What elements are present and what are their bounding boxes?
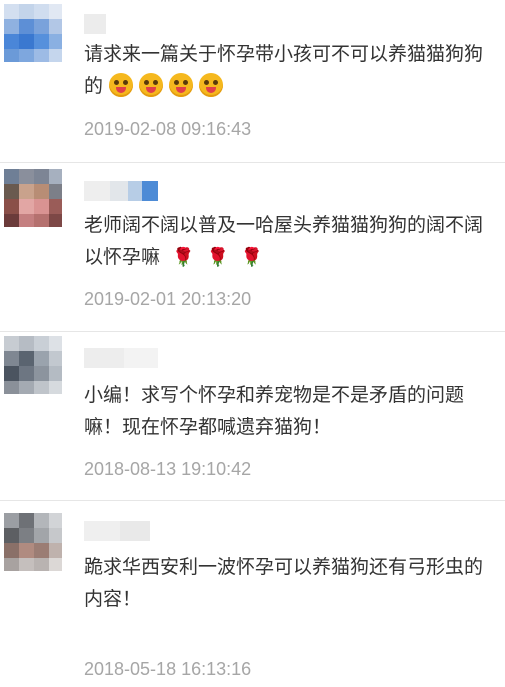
comment-timestamp: 2019-02-01 20:13:20	[84, 289, 252, 309]
rose-icon: 🌹	[172, 247, 195, 268]
comment-text: 小编！求写个怀孕和养宠物是不是矛盾的问题嘛！现在怀孕都喊遗弃猫狗！	[84, 384, 465, 438]
avatar[interactable]	[4, 336, 62, 394]
rose-icon: 🌹	[206, 247, 229, 268]
tongue-wink-emoji-icon	[109, 73, 134, 97]
comment-item: 小编！求写个怀孕和养宠物是不是矛盾的问题嘛！现在怀孕都喊遗弃猫狗！ 2018-0…	[0, 332, 505, 500]
tongue-wink-emoji-icon	[139, 73, 164, 97]
comment-item: 请求来一篇关于怀孕带小孩可不可以养猫猫狗狗的 2019-02-08 09:16:…	[0, 0, 505, 162]
comment-timestamp: 2019-02-08 09:16:43	[84, 119, 252, 139]
comment-item: 老师阔不阔以普及一哈屋头养猫猫狗狗的阔不阔以怀孕嘛 🌹 🌹 🌹 2019-02-01 …	[0, 163, 505, 331]
comment-text: 请求来一篇关于怀孕带小孩可不可以养猫猫狗狗的	[84, 43, 484, 97]
comment-timestamp: 2018-05-18 16:13:16	[84, 659, 252, 679]
tongue-wink-emoji-icon	[199, 73, 224, 97]
avatar[interactable]	[4, 4, 62, 62]
comment-item: 跪求华西安利一波怀孕可以养猫狗还有弓形虫的内容！ 2018-05-18 16:1…	[0, 501, 505, 687]
comment-text: 跪求华西安利一波怀孕可以养猫狗还有弓形虫的内容！	[84, 556, 484, 610]
comment-text: 老师阔不阔以普及一哈屋头养猫猫狗狗的阔不阔以怀孕嘛 🌹 🌹 🌹	[84, 209, 496, 274]
comment-timestamp: 2018-08-13 19:10:42	[84, 459, 252, 479]
avatar[interactable]	[4, 513, 62, 571]
tongue-wink-emoji-icon	[169, 73, 194, 97]
avatar[interactable]	[4, 169, 62, 227]
rose-icon: 🌹	[240, 247, 264, 268]
